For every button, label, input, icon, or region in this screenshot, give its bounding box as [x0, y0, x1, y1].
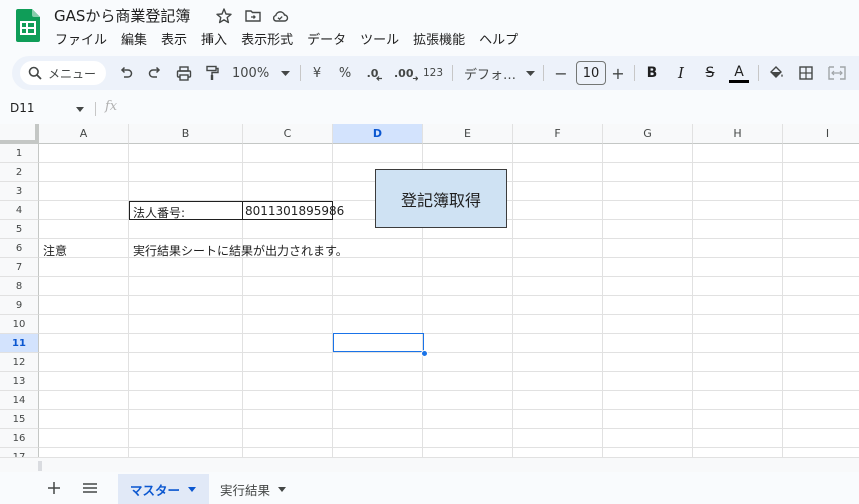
row-header-6[interactable]: 6 [0, 239, 39, 258]
cell-b4-label[interactable]: 法人番号: [133, 204, 185, 221]
menu-extensions[interactable]: 拡張機能 [406, 29, 472, 48]
name-box[interactable]: D11 [10, 101, 35, 115]
column-header-h[interactable]: H [693, 124, 783, 144]
arrow-right-icon [412, 75, 418, 81]
get-registry-button[interactable]: 登記簿取得 [375, 169, 507, 228]
spreadsheet-grid[interactable]: A B C D E F G H I 1 2 3 4 5 6 7 8 9 10 1… [0, 124, 859, 457]
currency-format-button[interactable]: ¥ [308, 56, 326, 90]
column-header-b[interactable]: B [129, 124, 243, 144]
print-icon[interactable] [173, 56, 195, 90]
cell-divider [242, 201, 243, 220]
row-header-7[interactable]: 7 [0, 258, 39, 277]
search-placeholder: メニュー [48, 66, 97, 81]
bold-button[interactable]: B [642, 56, 662, 90]
row-header-11[interactable]: 11 [0, 334, 39, 353]
row-header-3[interactable]: 3 [0, 182, 39, 201]
menu-view[interactable]: 表示 [154, 29, 194, 48]
paint-format-icon[interactable] [202, 56, 222, 90]
formula-bar: D11 fx [0, 96, 859, 122]
chevron-down-icon [281, 70, 291, 76]
cloud-saved-icon[interactable] [271, 7, 289, 25]
font-size-input[interactable]: 10 [576, 61, 606, 85]
fill-color-icon[interactable] [766, 56, 786, 90]
more-formats-button[interactable]: 123 [422, 56, 444, 90]
document-title[interactable]: GASから商業登記簿 [54, 5, 190, 26]
sheet-tabs-bar: マスター 実行結果 [0, 472, 859, 504]
row-header-14[interactable]: 14 [0, 391, 39, 410]
row-header-8[interactable]: 8 [0, 277, 39, 296]
zoom-value: 100% [232, 65, 270, 81]
decrease-decimal-button[interactable]: .0 [364, 56, 386, 90]
strikethrough-button[interactable]: S [700, 56, 720, 90]
cell-b6-message[interactable]: 実行結果シートに結果が出力されます。 [133, 242, 348, 259]
row-header-10[interactable]: 10 [0, 315, 39, 334]
sheet-tab-label: 実行結果 [220, 482, 271, 498]
font-family-select[interactable]: デフォ… [464, 56, 536, 90]
menu-format[interactable]: 表示形式 [234, 29, 300, 48]
row-header-2[interactable]: 2 [0, 163, 39, 182]
menu-search-box[interactable]: メニュー [20, 61, 106, 85]
row-header-13[interactable]: 13 [0, 372, 39, 391]
column-header-c[interactable]: C [243, 124, 333, 144]
chevron-down-icon [526, 70, 536, 76]
row-header-4[interactable]: 4 [0, 201, 39, 220]
chevron-down-icon[interactable] [188, 486, 197, 492]
row-header-1[interactable]: 1 [0, 144, 39, 163]
cell-a6-note[interactable]: 注意 [43, 242, 67, 259]
column-header-e[interactable]: E [423, 124, 513, 144]
redo-icon[interactable] [145, 56, 165, 90]
increase-font-size-button[interactable]: + [610, 56, 626, 90]
sheet-tab-label: マスター [130, 482, 181, 498]
menu-help[interactable]: ヘルプ [472, 29, 525, 48]
sheets-logo-icon[interactable] [16, 9, 40, 42]
undo-icon[interactable] [116, 56, 136, 90]
cell-c4-value[interactable]: 8011301895986 [245, 204, 344, 218]
fx-icon: fx [105, 99, 118, 114]
menu-insert[interactable]: 挿入 [194, 29, 234, 48]
title-bar: GASから商業登記簿 ファイル 編集 表示 挿入 表示形式 データ ツール 拡張… [0, 0, 859, 54]
percent-format-button[interactable]: % [336, 56, 354, 90]
select-all-corner[interactable] [0, 124, 39, 144]
borders-icon[interactable] [796, 56, 816, 90]
italic-button[interactable]: I [671, 56, 691, 90]
row-header-17[interactable]: 17 [0, 448, 39, 457]
row-header-5[interactable]: 5 [0, 220, 39, 239]
menu-data[interactable]: データ [300, 29, 353, 48]
text-color-button[interactable]: A [728, 56, 750, 90]
font-family-value: デフォ… [464, 67, 517, 83]
chevron-down-icon[interactable] [76, 107, 84, 112]
selected-cell-d11[interactable] [333, 333, 424, 352]
arrow-left-icon [376, 75, 383, 81]
move-folder-icon[interactable] [244, 7, 262, 25]
text-color-swatch [729, 80, 749, 83]
column-header-a[interactable]: A [39, 124, 129, 144]
sheet-tab-results[interactable]: 実行結果 [208, 474, 302, 504]
horizontal-scrollbar[interactable] [0, 457, 859, 472]
row-header-16[interactable]: 16 [0, 429, 39, 448]
chevron-down-icon[interactable] [278, 486, 287, 492]
star-icon[interactable] [215, 7, 233, 25]
merge-cells-icon[interactable] [824, 56, 850, 90]
sheet-tab-master[interactable]: マスター [118, 474, 209, 504]
row-header-15[interactable]: 15 [0, 410, 39, 429]
increase-decimal-button[interactable]: .00 [394, 56, 418, 90]
decrease-font-size-button[interactable]: − [553, 56, 569, 90]
menu-bar: ファイル 編集 表示 挿入 表示形式 データ ツール 拡張機能 ヘルプ [48, 29, 525, 48]
fill-handle[interactable] [421, 350, 428, 357]
zoom-select[interactable]: 100% [232, 56, 292, 90]
toolbar: メニュー 100% ¥ % .0 .00 123 デフォ… − 10 + B I… [12, 56, 859, 90]
column-header-i[interactable]: I [783, 124, 859, 144]
all-sheets-icon[interactable] [82, 480, 98, 496]
row-header-9[interactable]: 9 [0, 296, 39, 315]
text-color-letter: A [734, 64, 744, 80]
search-icon [28, 66, 42, 80]
menu-file[interactable]: ファイル [48, 29, 114, 48]
menu-edit[interactable]: 編集 [114, 29, 154, 48]
column-header-f[interactable]: F [513, 124, 603, 144]
row-header-12[interactable]: 12 [0, 353, 39, 372]
column-header-g[interactable]: G [603, 124, 693, 144]
column-header-d[interactable]: D [333, 124, 423, 144]
add-sheet-icon[interactable] [46, 480, 62, 496]
menu-tools[interactable]: ツール [353, 29, 406, 48]
